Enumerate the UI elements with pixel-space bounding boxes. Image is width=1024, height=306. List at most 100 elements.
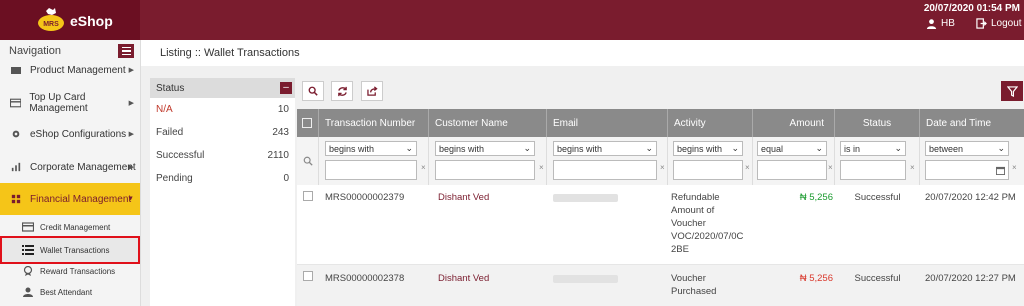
filter-operator-value: begins with (557, 143, 603, 154)
sidebar-item-top-up-card-management[interactable]: Top Up Card Management ▶ (0, 92, 140, 114)
filter-cell-activity: begins with ⌄ × (668, 137, 753, 185)
status-label: Failed (156, 127, 184, 138)
sidebar-item-corporate-management[interactable]: Corporate Management ▶ (0, 156, 140, 178)
current-datetime: 20/07/2020 01:54 PM (923, 3, 1020, 14)
status-label: Successful (156, 150, 205, 161)
sidebar-item-label: Top Up Card Management (29, 92, 88, 114)
filter-value-input[interactable] (435, 160, 535, 180)
user-icon (23, 287, 33, 297)
activity-line: Purchased (671, 286, 717, 297)
filter-operator-value: equal (761, 143, 784, 154)
status-row-pending[interactable]: Pending 0 (150, 167, 295, 190)
filter-row-icon-cell (297, 137, 319, 185)
filter-operator-value: begins with (439, 143, 485, 154)
filter-cell-status: is in ⌄ × (835, 137, 920, 185)
filter-value-input[interactable] (673, 160, 743, 180)
clear-filter-icon[interactable]: × (910, 163, 915, 172)
amount-value: ₦ 5,256 (799, 192, 833, 203)
clear-filter-icon[interactable]: × (828, 163, 833, 172)
menu-toggle-button[interactable] (118, 44, 134, 58)
credit-card-icon (22, 222, 34, 232)
sidebar-item-eshop-configurations[interactable]: eShop Configurations ▶ (0, 123, 140, 145)
list-icon (22, 245, 34, 255)
column-header-email[interactable]: Email (547, 109, 668, 137)
filter-value-input[interactable] (840, 160, 906, 180)
filter-operator-select[interactable]: equal ⌄ (757, 141, 827, 156)
calendar-icon[interactable] (996, 166, 1005, 175)
column-header-status[interactable]: Status (835, 109, 920, 137)
search-icon (303, 156, 313, 166)
activity-line: Refundable (671, 192, 720, 203)
filter-cell-customer-name: begins with ⌄ × (429, 137, 547, 185)
column-header-activity[interactable]: Activity (668, 109, 753, 137)
search-button[interactable] (302, 81, 324, 101)
search-icon (308, 86, 318, 96)
status-row-na[interactable]: N/A 10 (150, 98, 295, 121)
table-row[interactable]: MRS00000002378 Dishant Ved Voucher Purch… (297, 265, 1024, 306)
sidebar-subitem-reward-transactions[interactable]: Reward Transactions (0, 262, 140, 280)
gear-icon (12, 130, 20, 138)
select-all-checkbox[interactable] (302, 118, 312, 128)
column-header-amount[interactable]: Amount (753, 109, 835, 137)
filter-operator-select[interactable]: begins with ⌄ (325, 141, 417, 156)
refresh-icon (337, 86, 347, 96)
filter-operator-select[interactable]: begins with ⌄ (673, 141, 743, 156)
status-row-successful[interactable]: Successful 2110 (150, 144, 295, 167)
column-header-customer-name[interactable]: Customer Name (429, 109, 547, 137)
refresh-button[interactable] (331, 81, 353, 101)
clear-filter-icon[interactable]: × (421, 163, 426, 172)
user-menu[interactable]: HB (926, 18, 955, 29)
status-count: 10 (277, 104, 289, 115)
table-row[interactable]: MRS00000002379 Dishant Ved Refundable Am… (297, 185, 1024, 265)
filter-toggle-button[interactable] (1001, 81, 1023, 101)
sidebar-item-financial-management[interactable]: Financial Management ▼ (0, 183, 140, 215)
sidebar-title: Navigation (9, 45, 61, 57)
status-row-failed[interactable]: Failed 243 (150, 121, 295, 144)
column-header-transaction-number[interactable]: Transaction Number (319, 109, 429, 137)
status-panel: Status – N/A 10 Failed 243 Successful 21… (150, 78, 295, 306)
clear-filter-icon[interactable]: × (660, 163, 665, 172)
activity-line: Voucher (671, 273, 706, 284)
clear-filter-icon[interactable]: × (745, 163, 750, 172)
user-icon (926, 19, 937, 29)
export-button[interactable] (361, 81, 383, 101)
chevron-down-icon: ⌄ (997, 143, 1005, 153)
filter-operator-value: begins with (677, 143, 723, 154)
clear-filter-icon[interactable]: × (1012, 163, 1017, 172)
transaction-number: MRS00000002379 (325, 192, 405, 203)
filter-operator-select[interactable]: begins with ⌄ (553, 141, 657, 156)
filter-icon (1006, 85, 1018, 97)
sidebar-subitem-best-attendant[interactable]: Best Attendant (0, 283, 140, 301)
sidebar-item-product-management[interactable]: Product Management ▶ (0, 60, 140, 80)
activity-line: Voucher (671, 218, 706, 229)
brand[interactable]: MRS eShop (0, 0, 140, 40)
chevron-right-icon: ▶ (128, 131, 134, 138)
logout-link[interactable]: Logout (976, 18, 1022, 29)
status-panel-title: Status (156, 82, 185, 94)
reward-icon (23, 266, 33, 276)
collapse-button[interactable]: – (280, 82, 292, 94)
filter-operator-select[interactable]: is in ⌄ (840, 141, 906, 156)
chevron-down-icon: ⌄ (405, 143, 413, 153)
customer-name-link[interactable]: Dishant Ved (438, 191, 489, 204)
sidebar-subitem-wallet-transactions[interactable]: Wallet Transactions (0, 236, 140, 264)
row-checkbox[interactable] (303, 191, 313, 201)
customer-name-link[interactable]: Dishant Ved (438, 272, 489, 285)
sidebar-header: Navigation (0, 40, 140, 62)
row-checkbox[interactable] (303, 271, 313, 281)
column-header-date-time[interactable]: Date and Time (920, 109, 1024, 137)
clear-filter-icon[interactable]: × (539, 163, 544, 172)
activity-line: Amount of (671, 205, 715, 216)
filter-value-input[interactable] (325, 160, 417, 180)
breadcrumb: Listing :: Wallet Transactions (160, 47, 300, 59)
datetime-value: 20/07/2020 12:42 PM (925, 192, 1016, 203)
filter-value-input[interactable] (757, 160, 827, 180)
filter-operator-select[interactable]: begins with ⌄ (435, 141, 535, 156)
sidebar-item-label: Corporate Management (30, 161, 136, 173)
chevron-right-icon: ▶ (128, 164, 134, 171)
filter-value-input[interactable] (553, 160, 657, 180)
chevron-down-icon: ⌄ (523, 143, 531, 153)
filter-operator-select[interactable]: between ⌄ (925, 141, 1009, 156)
sidebar-subitem-credit-management[interactable]: Credit Management (0, 218, 140, 236)
date-filter-input[interactable] (925, 160, 1009, 180)
